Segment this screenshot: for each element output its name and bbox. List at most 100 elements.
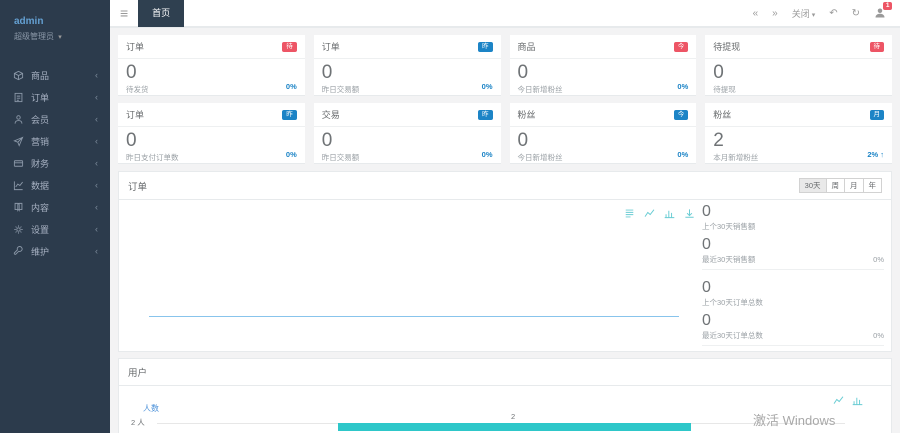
card-title: 订单 — [322, 40, 340, 53]
data-view-icon[interactable] — [624, 206, 635, 224]
card-title: 订单 — [126, 108, 144, 121]
user-panel-title: 用户 — [128, 365, 147, 379]
sidebar-item-orders[interactable]: 订单 ‹ — [0, 86, 110, 108]
sidebar-item-settings[interactable]: 设置 ‹ — [0, 218, 110, 240]
chart-toolbox — [833, 393, 863, 411]
sidebar-item-label: 维护 — [31, 245, 95, 258]
sidebar: admin 超级管理员 ▾ 商品 ‹ 订单 ‹ 会员 ‹ — [0, 0, 110, 433]
stat-label: 上个30天销售额 — [702, 221, 884, 232]
legend-renshu[interactable]: 人数 — [143, 403, 159, 414]
card-label: 本月新增粉丝 — [713, 152, 884, 163]
line-chart-icon — [12, 179, 24, 191]
chevron-left-icon: ‹ — [95, 246, 98, 256]
tab-scroll-left-icon[interactable]: « — [753, 8, 759, 19]
user-notification-icon[interactable]: 1 — [874, 7, 886, 19]
user-count-bar — [338, 423, 691, 431]
stat-label: 最近30天订单总数 — [702, 330, 884, 341]
card-badge: 昨 — [282, 110, 297, 120]
chevron-left-icon: ‹ — [95, 70, 98, 80]
stat-value: 0 — [702, 279, 884, 296]
card-badge: 昨 — [478, 110, 493, 120]
order-panel-title: 订单 — [128, 179, 147, 193]
bar-value-label: 2 — [511, 412, 515, 421]
caret-down-icon: ▾ — [812, 12, 816, 19]
sidebar-item-data[interactable]: 数据 ‹ — [0, 174, 110, 196]
notification-badge: 1 — [883, 2, 892, 10]
card-value: 0 — [322, 131, 493, 151]
sidebar-item-members[interactable]: 会员 ‹ — [0, 108, 110, 130]
sidebar-item-content[interactable]: 内容 ‹ — [0, 196, 110, 218]
card-value: 0 — [126, 131, 297, 151]
card-percent: 0% — [677, 82, 688, 91]
sidebar-item-label: 会员 — [31, 113, 95, 126]
card-percent: 2% ↑ — [867, 150, 884, 159]
card-badge: 今 — [674, 110, 689, 120]
card-title: 粉丝 — [518, 108, 536, 121]
sidebar-item-goods[interactable]: 商品 ‹ — [0, 64, 110, 86]
order-panel-header: 订单 30天 周 月 年 — [119, 172, 891, 200]
sidebar-item-label: 数据 — [31, 179, 95, 192]
back-icon[interactable]: ↶ — [829, 8, 837, 19]
stat-card-yesterday-trade: 交易昨 0昨日交易额0% — [314, 103, 501, 164]
sidebar-item-marketing[interactable]: 营销 ‹ — [0, 130, 110, 152]
sidebar-item-maintenance[interactable]: 维护 ‹ — [0, 240, 110, 262]
file-icon — [12, 91, 24, 103]
chevron-left-icon: ‹ — [95, 92, 98, 102]
stat-percent: 0% — [873, 255, 884, 264]
user-chart-body: 人数 2 人 2 激活 Windows 转到“设置”以激活 Windows。 — [119, 386, 891, 433]
tab-home[interactable]: 首页 — [138, 0, 184, 27]
sidebar-item-label: 订单 — [31, 91, 95, 104]
sidebar-item-label: 内容 — [31, 201, 95, 214]
card-badge: 昨 — [478, 42, 493, 52]
refresh-icon[interactable]: ↻ — [852, 8, 860, 19]
order-chart-body: 0 上个30天销售额 0 最近30天销售额 0% 0 上个30天订单总数 0 — [119, 200, 891, 352]
chevron-left-icon: ‹ — [95, 158, 98, 168]
user-role-dropdown[interactable]: 超级管理员 ▾ — [14, 31, 96, 42]
credit-card-icon — [12, 157, 24, 169]
card-badge: 今 — [674, 42, 689, 52]
range-month-button[interactable]: 月 — [844, 178, 864, 193]
menu-toggle-icon[interactable]: ≡ — [110, 5, 138, 21]
card-label: 待提现 — [713, 84, 884, 95]
sidebar-item-finance[interactable]: 财务 ‹ — [0, 152, 110, 174]
card-value: 0 — [713, 63, 884, 83]
card-label: 昨日交易额 — [322, 152, 493, 163]
main-content: 订单待 0待发货0% 订单昨 0昨日交易额0% 商品今 0今日新增粉丝0% 待提… — [110, 28, 900, 433]
user-icon — [12, 113, 24, 125]
close-label: 关闭 — [792, 9, 810, 19]
close-tabs-dropdown[interactable]: 关闭▾ — [792, 7, 816, 20]
card-percent: 0% — [286, 150, 297, 159]
caret-down-icon: ▾ — [58, 34, 62, 41]
order-stat: 0 最近30天销售额 0% — [702, 236, 884, 270]
order-stat: 0 最近30天订单总数 0% — [702, 312, 884, 346]
card-title: 待提现 — [713, 40, 740, 53]
sidebar-item-label: 财务 — [31, 157, 95, 170]
card-badge: 待 — [870, 42, 885, 52]
stat-card-goods-today: 商品今 0今日新增粉丝0% — [510, 35, 697, 96]
tab-scroll-right-icon[interactable]: » — [772, 8, 778, 19]
bar-chart-icon[interactable] — [664, 206, 675, 224]
range-year-button[interactable]: 年 — [863, 178, 883, 193]
watermark-line1: 激活 Windows — [753, 410, 851, 429]
card-value: 0 — [126, 63, 297, 83]
wrench-icon — [12, 245, 24, 257]
card-value: 0 — [322, 63, 493, 83]
bar-chart-icon[interactable] — [852, 393, 863, 411]
card-value: 2 — [713, 131, 884, 151]
y-axis-tick-label: 2 人 — [131, 417, 145, 428]
stat-card-fans-today: 粉丝今 0今日新增粉丝0% — [510, 103, 697, 164]
line-chart-icon[interactable] — [644, 206, 655, 224]
chevron-left-icon: ‹ — [95, 180, 98, 190]
download-icon[interactable] — [684, 206, 695, 224]
user-chart-panel: 用户 人数 2 人 2 激活 Windows 转到“设置”以激活 Windows… — [118, 358, 892, 433]
range-30days-button[interactable]: 30天 — [799, 178, 827, 193]
stat-label: 上个30天订单总数 — [702, 297, 884, 308]
line-chart-icon[interactable] — [833, 393, 844, 411]
order-side-stats: 0 上个30天销售额 0 最近30天销售额 0% 0 上个30天订单总数 0 — [702, 203, 884, 351]
topbar-actions: « » 关闭▾ ↶ ↻ 1 — [753, 7, 900, 20]
sidebar-user-block: admin 超级管理员 ▾ — [0, 0, 110, 52]
username[interactable]: admin — [14, 16, 96, 27]
stat-value: 0 — [702, 236, 884, 253]
stat-value: 0 — [702, 203, 884, 220]
range-week-button[interactable]: 周 — [826, 178, 846, 193]
